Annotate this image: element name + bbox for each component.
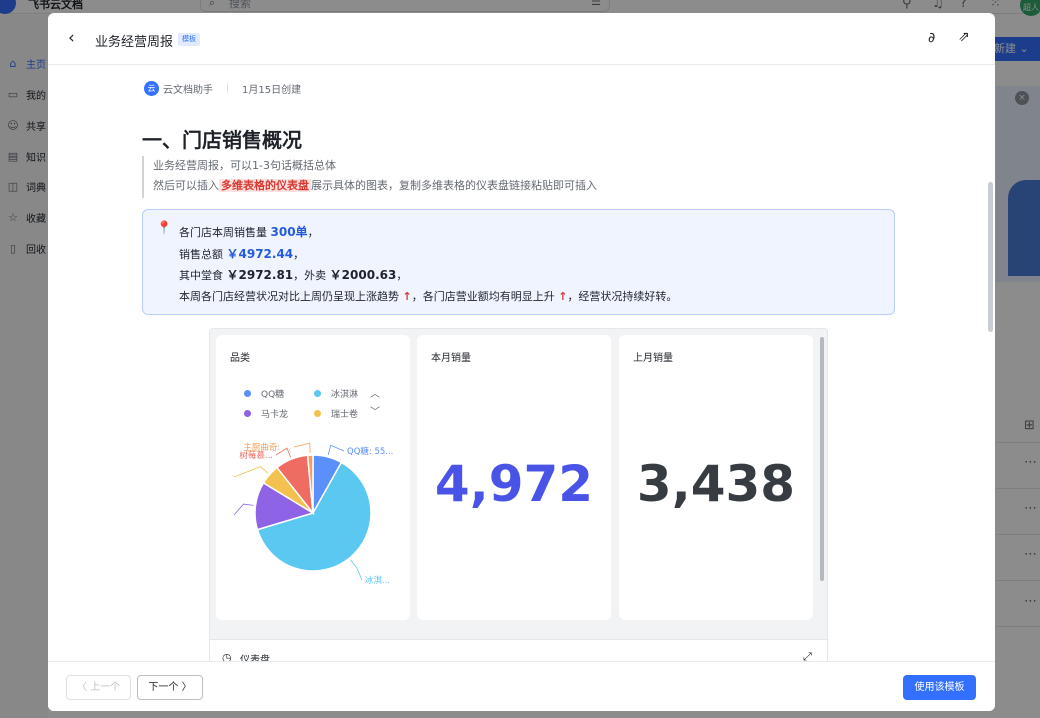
template-tag: 模板: [178, 33, 200, 46]
created-date: 1月15日创建: [242, 84, 302, 96]
quote-line-2: 然后可以插入 多维表格的仪表盘 展示具体的图表，复制多维表格的仪表盘链接粘贴即可插入: [153, 176, 597, 196]
callout-line-sales-count: 各门店本周销售量 300单，: [179, 222, 677, 244]
pie-data-label: 主厨曲奇: ...: [243, 442, 291, 453]
author-avatar: 云: [144, 80, 159, 96]
doc-body: 云 云文档助手 1月15日创建 一、门店销售概况 业务经营周报，可以1-3句话概…: [48, 66, 995, 661]
expand-icon[interactable]: ⤢: [803, 650, 812, 661]
card-last-month[interactable]: 上月销量 3,438: [619, 335, 813, 620]
callout-body: 各门店本周销售量 300单， 销售总额 ￥4972.44， 其中堂食 ￥2972…: [179, 222, 677, 307]
callout-text: ，: [293, 247, 305, 261]
link-icon[interactable]: ∂: [928, 30, 935, 46]
quote-line-1: 业务经营周报，可以1-3句话概括总体: [153, 159, 336, 172]
callout-line-breakdown: 其中堂食 ￥2972.81，外卖 ￥2000.63，: [179, 265, 677, 287]
up-arrow-icon: ↑: [402, 289, 412, 303]
callout-text: ，: [396, 269, 408, 282]
callout-text: ，经营状况持续好转。: [567, 289, 678, 303]
prev-button[interactable]: 〈 上一个: [66, 675, 131, 700]
callout-text: ，外卖: [293, 269, 330, 282]
dashboard-embed: 品类 QQ糖 冰淇淋 马卡龙 瑞士卷 ︿ ﹀ QQ糖: 55... 冰淇... 树莓…: [209, 328, 828, 661]
callout-text: 其中堂食: [179, 269, 227, 282]
total-sales-value: ￥4972.44: [226, 246, 294, 261]
dashboard-footer: ◷ 仪表盘 ⤢: [210, 639, 827, 661]
this-month-value: 4,972: [434, 455, 594, 513]
pie-data-label: 冰淇...: [365, 575, 390, 586]
use-template-button[interactable]: 使用该模板: [903, 675, 976, 700]
quote-text: 然后可以插入: [153, 179, 219, 192]
modal-footer: 〈 上一个 下一个 〉 使用该模板: [48, 661, 995, 711]
pie-leader-line: [327, 444, 345, 456]
dine-in-value: ￥2972.81: [226, 268, 294, 282]
callout-text: 本周各门店经营状况对比上周仍呈现上涨趋势: [179, 289, 403, 303]
last-month-value: 3,438: [636, 455, 796, 513]
delivery-value: ￥2000.63: [329, 268, 397, 282]
template-preview-modal: ‹ 业务经营周报 模板 ∂ ⇗ 云 云文档助手 1月15日创建 一、门店销售概况…: [48, 13, 995, 711]
callout-line-trend: 本周各门店经营状况对比上周仍呈现上涨趋势 ↑，各门店营业额均有明显上升 ↑，经营…: [179, 287, 677, 308]
pie-leader-line: [233, 466, 269, 478]
quote-block: 业务经营周报，可以1-3句话概括总体 然后可以插入 多维表格的仪表盘 展示具体的图表…: [142, 156, 597, 198]
back-icon[interactable]: ‹: [68, 28, 75, 48]
pie-leader-line: [233, 503, 254, 516]
divider: [227, 83, 228, 93]
dashboard-icon: ◷: [222, 651, 232, 661]
card-category[interactable]: 品类 QQ糖 冰淇淋 马卡龙 瑞士卷 ︿ ﹀ QQ糖: 55... 冰淇... 树莓…: [216, 335, 410, 620]
doc-scrollbar[interactable]: [988, 182, 993, 332]
next-button[interactable]: 下一个 〉: [137, 675, 203, 700]
modal-header: ‹ 业务经营周报 模板 ∂ ⇗: [48, 13, 995, 65]
pie-leader-line: [293, 442, 311, 454]
doc-title: 业务经营周报: [95, 35, 174, 50]
pin-icon: 📍: [156, 221, 173, 236]
dashboard-label: 仪表盘: [240, 655, 270, 661]
pie-chart: QQ糖: 55...冰淇...树莓慕...主厨曲奇: ...: [233, 442, 393, 586]
dashboard-scrollbar[interactable]: [820, 337, 824, 581]
author-name[interactable]: 云文档助手: [163, 81, 213, 96]
pie-data-label: QQ糖: 55...: [347, 446, 393, 457]
card-title: 上月销量: [633, 353, 673, 364]
card-this-month[interactable]: 本月销量 4,972: [417, 335, 611, 620]
quote-text: 展示具体的图表，复制多维表格的仪表盘链接粘贴即可插入: [311, 179, 597, 192]
section-heading: 一、门店销售概况: [142, 128, 302, 152]
card-title: 本月销量: [431, 353, 471, 364]
callout-text: 销售总额: [179, 247, 227, 261]
callout-block: 📍 各门店本周销售量 300单， 销售总额 ￥4972.44， 其中堂食 ￥29…: [142, 209, 895, 315]
callout-text: 各门店本周销售量: [179, 226, 271, 239]
pie-leader-line: [350, 559, 363, 581]
callout-text: ，各门店营业额均有明显上升: [411, 289, 559, 303]
author-row: 云 云文档助手 1月15日创建: [144, 80, 301, 96]
share-icon[interactable]: ⇗: [958, 29, 970, 45]
highlight-text: 多维表格的仪表盘: [219, 179, 311, 192]
callout-line-total: 销售总额 ￥4972.44，: [179, 244, 677, 266]
sales-count-value: 300单: [270, 225, 308, 239]
callout-text: ，: [307, 226, 319, 239]
